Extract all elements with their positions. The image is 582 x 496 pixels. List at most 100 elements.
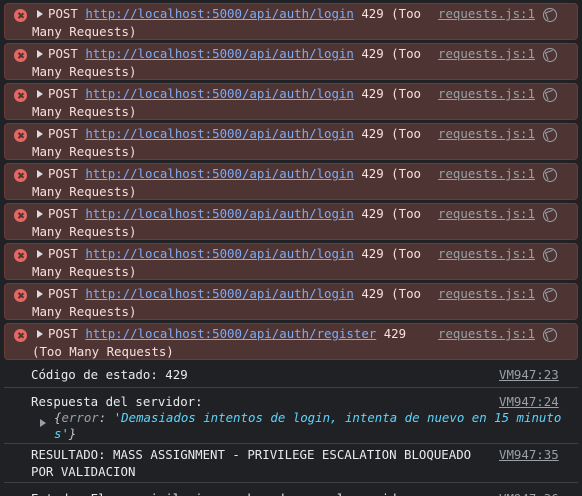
request-method: POST [48,246,78,261]
request-url-link[interactable]: http://localhost:5000/api/auth/login [85,46,354,61]
log-message-continued: POR VALIDACION [31,464,136,479]
status-text: 429 (Too [361,46,422,61]
source-link[interactable]: requests.js:1 [438,325,535,343]
network-request-icon[interactable] [543,208,557,222]
status-text-continued: Many Requests) [32,144,137,159]
console-error-row[interactable]: POST http://localhost:5000/api/auth/logi… [4,243,578,280]
request-url-link[interactable]: http://localhost:5000/api/auth/login [85,126,354,141]
request-method: POST [48,126,78,141]
source-link[interactable]: VM947:23 [499,366,559,384]
status-text: 429 (Too [361,206,422,221]
expand-triangle-icon[interactable] [37,50,43,58]
request-method: POST [48,46,78,61]
status-text-continued: Many Requests) [32,184,137,199]
network-request-icon[interactable] [543,48,557,62]
network-request-icon[interactable] [543,288,557,302]
error-circle-x-icon [14,89,27,102]
status-text: 429 (Too [361,246,422,261]
log-message: Código de estado: 429 [31,367,188,382]
object-separator: : [98,410,114,425]
error-circle-x-icon [14,289,27,302]
request-url-link[interactable]: http://localhost:5000/api/auth/login [85,286,354,301]
network-request-icon[interactable] [543,8,557,22]
source-link[interactable]: VM947:36 [499,490,559,496]
expand-triangle-icon[interactable] [37,10,43,18]
source-link[interactable]: requests.js:1 [438,205,535,223]
error-message-line: POST http://localhost:5000/api/auth/logi… [48,125,421,143]
error-circle-x-icon [14,49,27,62]
error-message-line: POST http://localhost:5000/api/auth/regi… [48,325,406,343]
status-text: 429 (Too [361,286,422,301]
status-text-continued: Many Requests) [32,304,137,319]
status-text: 429 [383,326,407,341]
console-log-row: Estado: Eleva privilegios rechazado por … [4,483,578,496]
request-url-link[interactable]: http://localhost:5000/api/auth/login [85,246,354,261]
network-request-icon[interactable] [543,328,557,342]
error-circle-x-icon [14,129,27,142]
error-message-line: POST http://localhost:5000/api/auth/logi… [48,245,421,263]
error-circle-x-icon [14,209,27,222]
status-text: 429 (Too [361,86,422,101]
expand-triangle-icon[interactable] [37,90,43,98]
object-key: error [61,410,99,425]
error-message-line: POST http://localhost:5000/api/auth/logi… [48,285,421,303]
source-link[interactable]: requests.js:1 [438,5,535,23]
object-string-value: 'Demasiados intentos de login, intenta d… [113,410,562,425]
status-text-continued: Many Requests) [32,104,137,119]
expand-triangle-icon[interactable] [37,130,43,138]
request-method: POST [48,326,78,341]
network-request-icon[interactable] [543,128,557,142]
request-method: POST [48,286,78,301]
request-method: POST [48,206,78,221]
source-link[interactable]: requests.js:1 [438,45,535,63]
error-circle-x-icon [14,329,27,342]
object-preview[interactable]: {error: 'Demasiados intentos de login, i… [54,409,561,427]
error-message-line: POST http://localhost:5000/api/auth/logi… [48,45,421,63]
console-log-row: Respuesta del servidor: VM947:24 {error: '… [4,388,578,444]
console-error-row[interactable]: POST http://localhost:5000/api/auth/logi… [4,43,578,80]
status-text-continued: Many Requests) [32,264,137,279]
network-request-icon[interactable] [543,248,557,262]
network-request-icon[interactable] [543,88,557,102]
error-circle-x-icon [14,9,27,22]
source-link[interactable]: requests.js:1 [438,285,535,303]
console-error-row[interactable]: POST http://localhost:5000/api/auth/logi… [4,123,578,160]
expand-triangle-icon[interactable] [40,419,46,427]
status-text-continued: Many Requests) [32,24,137,39]
console-error-row[interactable]: POST http://localhost:5000/api/auth/logi… [4,163,578,200]
source-link[interactable]: requests.js:1 [438,165,535,183]
request-url-link[interactable]: http://localhost:5000/api/auth/login [85,206,354,221]
request-method: POST [48,166,78,181]
expand-triangle-icon[interactable] [37,170,43,178]
status-text: 429 (Too [361,126,422,141]
expand-triangle-icon[interactable] [37,210,43,218]
source-link[interactable]: requests.js:1 [438,85,535,103]
console-error-row[interactable]: POST http://localhost:5000/api/auth/logi… [4,3,578,40]
log-message: Estado: Eleva privilegios rechazado por … [31,490,411,496]
console-error-row[interactable]: POST http://localhost:5000/api/auth/logi… [4,203,578,240]
source-link[interactable]: VM947:35 [499,446,559,464]
request-url-link[interactable]: http://localhost:5000/api/auth/login [85,6,354,21]
error-circle-x-icon [14,169,27,182]
console-error-row[interactable]: POST http://localhost:5000/api/auth/logi… [4,83,578,120]
expand-triangle-icon[interactable] [37,330,43,338]
status-text-continued: Many Requests) [32,224,137,239]
request-method: POST [48,6,78,21]
expand-triangle-icon[interactable] [37,250,43,258]
source-link[interactable]: requests.js:1 [438,125,535,143]
console-error-row[interactable]: POST http://localhost:5000/api/auth/regi… [4,323,578,360]
devtools-console: POST http://localhost:5000/api/auth/logi… [0,0,582,496]
console-error-row[interactable]: POST http://localhost:5000/api/auth/logi… [4,283,578,320]
log-message: RESULTADO: MASS ASSIGNMENT - PRIVILEGE E… [31,447,472,462]
status-text-continued: Many Requests) [32,64,137,79]
source-link[interactable]: requests.js:1 [438,245,535,263]
request-url-link[interactable]: http://localhost:5000/api/auth/login [85,86,354,101]
expand-triangle-icon[interactable] [37,290,43,298]
console-log-row: RESULTADO: MASS ASSIGNMENT - PRIVILEGE E… [4,444,578,483]
request-url-link[interactable]: http://localhost:5000/api/auth/login [85,166,354,181]
request-url-link[interactable]: http://localhost:5000/api/auth/register [85,326,376,341]
console-log-row: Código de estado: 429 VM947:23 [4,363,578,388]
network-request-icon[interactable] [543,168,557,182]
error-message-line: POST http://localhost:5000/api/auth/logi… [48,85,421,103]
status-text-continued: (Too Many Requests) [32,344,174,359]
